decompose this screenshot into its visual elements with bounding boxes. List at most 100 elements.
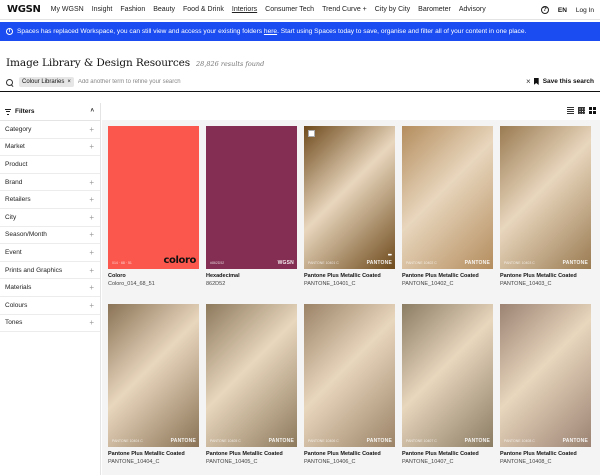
help-icon[interactable]: ? [540,6,549,14]
card-title[interactable]: Coloro [108,273,199,279]
filter-colours[interactable]: Colours + [0,297,100,315]
filter-season-month[interactable]: Season/Month + [0,227,100,245]
result-card[interactable]: 014 · 68 · 51 coloro Coloro Coloro_014_68_5… [108,126,199,287]
filter-city[interactable]: City + [0,209,100,227]
colour-swatch[interactable]: PANTONE 10405 C PANTONE [206,304,297,447]
result-card[interactable]: PANTONE 10405 C PANTONE Pantone Plus Metal… [206,304,297,465]
large-grid-view-icon[interactable] [589,107,596,114]
page-heading: Image Library & Design Resources 28,826 … [6,57,264,69]
search-chip[interactable]: Colour Libraries × [19,77,74,87]
filter-materials[interactable]: Materials + [0,279,100,297]
card-title[interactable]: Pantone Plus Metallic Coated [304,273,395,279]
result-card[interactable]: PANTONE 10402 C PANTONE Pantone Plus Metal… [402,126,493,287]
page-title: Image Library & Design Resources [6,57,191,69]
result-card[interactable]: PANTONE 10401 C PANTONE ••• Pantone Plus Me… [304,126,395,287]
filter-market[interactable]: Market + [0,139,100,157]
expand-icon[interactable]: + [89,248,94,257]
card-subtitle: PANTONE_10403_C [500,281,552,287]
select-checkbox[interactable] [308,130,315,137]
brand-logo: PANTONE [170,438,196,444]
card-title[interactable]: Pantone Plus Metallic Coated [304,451,395,457]
colour-swatch[interactable]: 014 · 68 · 51 coloro [108,126,199,269]
filter-product[interactable]: Product [0,156,100,174]
nav-consumer-tech[interactable]: Consumer Tech [265,6,314,13]
filter-event[interactable]: Event + [0,244,100,262]
list-view-icon[interactable] [567,107,574,114]
nav-barometer[interactable]: Barometer [418,6,451,13]
card-subtitle: PANTONE_10401_C [304,281,356,287]
swatch-code: #862D52 [210,261,225,265]
colour-swatch[interactable]: PANTONE 10408 C PANTONE [500,304,591,447]
nav-trend-curve[interactable]: Trend Curve + [322,6,367,13]
colour-swatch[interactable]: PANTONE 10403 C PANTONE [500,126,591,269]
bookmark-icon [533,78,539,85]
filter-label: Prints and Graphics [5,266,63,274]
card-subtitle: PANTONE_10402_C [402,281,454,287]
brand-logo: PANTONE [562,260,588,266]
expand-icon[interactable]: + [89,178,94,187]
small-grid-view-icon[interactable] [578,107,585,114]
expand-icon[interactable]: + [89,142,94,151]
nav-fashion[interactable]: Fashion [120,6,145,13]
filters-title: Filters [15,108,35,115]
expand-icon[interactable]: + [89,230,94,239]
filters-header[interactable]: Filters ˄ [0,103,100,121]
result-card[interactable]: PANTONE 10406 C PANTONE Pantone Plus Metal… [304,304,395,465]
result-card[interactable]: #862D52 WGSN Hexadecimal 862D52 [206,126,297,287]
colour-swatch[interactable]: PANTONE 10402 C PANTONE [402,126,493,269]
result-card[interactable]: PANTONE 10408 C PANTONE Pantone Plus Metal… [500,304,591,465]
result-card[interactable]: PANTONE 10404 C PANTONE Pantone Plus Metal… [108,304,199,465]
brand-logo: PANTONE [366,438,392,444]
save-search-label: Save this search [542,78,594,85]
colour-swatch[interactable]: PANTONE 10404 C PANTONE [108,304,199,447]
card-subtitle: PANTONE_10408_C [500,459,552,465]
result-card[interactable]: PANTONE 10403 C PANTONE Pantone Plus Metal… [500,126,591,287]
clear-search-icon[interactable]: × [526,77,531,86]
nav-beauty[interactable]: Beauty [153,6,175,13]
card-subtitle: 862D52 [206,281,226,287]
filter-retailers[interactable]: Retailers + [0,191,100,209]
save-search-button[interactable]: Save this search [533,78,594,85]
card-title[interactable]: Pantone Plus Metallic Coated [206,451,297,457]
colour-swatch[interactable]: PANTONE 10406 C PANTONE [304,304,395,447]
search-input[interactable] [77,79,378,85]
card-title[interactable]: Hexadecimal [206,273,297,279]
more-options-icon[interactable]: ••• [388,253,392,259]
card-title[interactable]: Pantone Plus Metallic Coated [402,451,493,457]
expand-icon[interactable]: + [89,125,94,134]
chip-remove-icon[interactable]: × [67,79,71,85]
card-subtitle: PANTONE_10407_C [402,459,454,465]
expand-icon[interactable]: + [89,213,94,222]
login-link[interactable]: Log In [576,7,594,14]
language-selector[interactable]: EN [558,7,567,14]
filter-tones[interactable]: Tones + [0,315,100,333]
filter-brand[interactable]: Brand + [0,174,100,192]
nav-city-by-city[interactable]: City by City [375,6,410,13]
expand-icon[interactable]: + [89,283,94,292]
expand-icon[interactable]: + [89,301,94,310]
colour-swatch[interactable]: #862D52 WGSN [206,126,297,269]
card-title[interactable]: Pantone Plus Metallic Coated [402,273,493,279]
nav-insight[interactable]: Insight [92,6,113,13]
info-banner: i Spaces has replaced Workspace, you can… [0,22,600,41]
nav-advisory[interactable]: Advisory [459,6,486,13]
expand-icon[interactable]: + [89,318,94,327]
colour-swatch[interactable]: PANTONE 10407 C PANTONE [402,304,493,447]
expand-icon[interactable]: + [89,266,94,275]
nav-interiors[interactable]: Interiors [232,6,257,13]
filter-prints-and-graphics[interactable]: Prints and Graphics + [0,262,100,280]
expand-icon[interactable]: + [89,195,94,204]
filter-category[interactable]: Category + [0,121,100,139]
result-card[interactable]: PANTONE 10407 C PANTONE Pantone Plus Metal… [402,304,493,465]
card-subtitle: PANTONE_10405_C [206,459,258,465]
wgsn-logo[interactable]: WGSN [7,4,41,15]
card-title[interactable]: Pantone Plus Metallic Coated [108,451,199,457]
collapse-icon[interactable]: ˄ [90,108,94,114]
card-title[interactable]: Pantone Plus Metallic Coated [500,273,591,279]
nav-food-drink[interactable]: Food & Drink [183,6,224,13]
card-title[interactable]: Pantone Plus Metallic Coated [500,451,591,457]
banner-link[interactable]: here [264,28,277,35]
colour-swatch[interactable]: PANTONE 10401 C PANTONE ••• [304,126,395,269]
brand-logo: PANTONE [464,438,490,444]
nav-my-wgsn[interactable]: My WGSN [51,6,84,13]
